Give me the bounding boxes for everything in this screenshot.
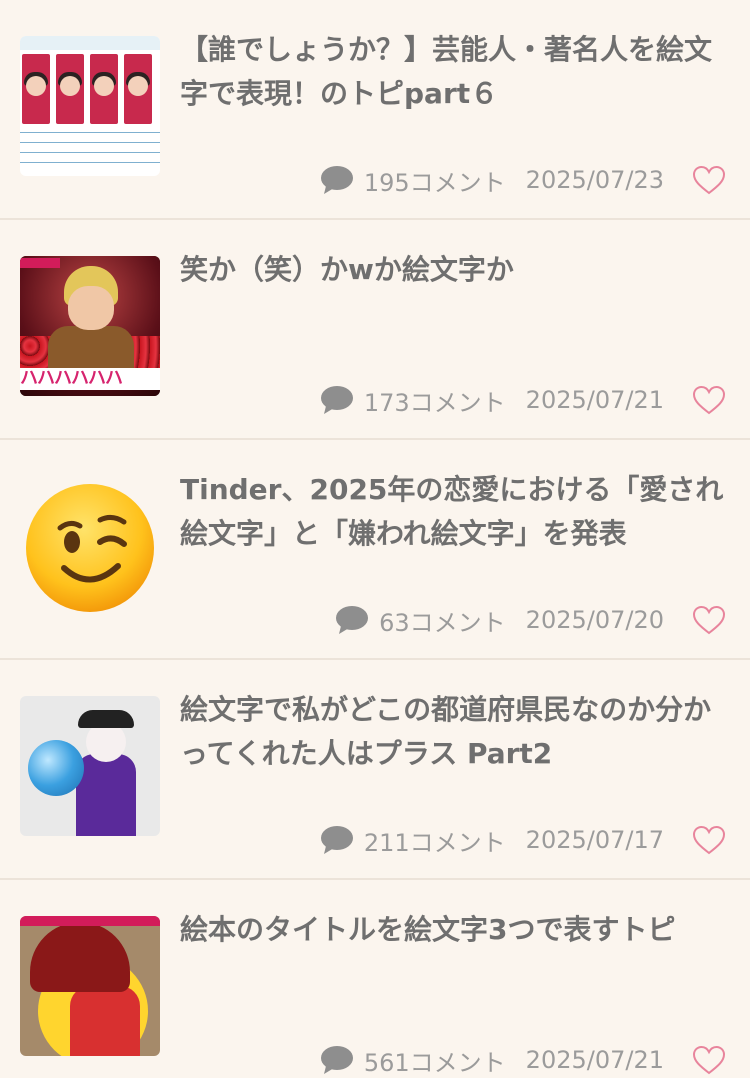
heart-outline-icon[interactable] bbox=[692, 825, 726, 855]
comment-bubble-icon bbox=[336, 606, 369, 634]
comment-count: 195コメント bbox=[363, 168, 506, 197]
heart-outline-icon[interactable] bbox=[692, 165, 726, 195]
comment-count: 63コメント bbox=[379, 608, 506, 637]
heart-outline-icon[interactable] bbox=[692, 385, 726, 415]
winking-face-emoji-icon bbox=[26, 484, 154, 612]
topic-item[interactable]: 【誰でしょうか？】芸能人・著名人を絵文字で表現！のトピpart６ 195コメント… bbox=[0, 0, 750, 220]
topic-thumbnail[interactable] bbox=[20, 476, 160, 616]
topic-list: 【誰でしょうか？】芸能人・著名人を絵文字で表現！のトピpart６ 195コメント… bbox=[0, 0, 750, 1078]
topic-meta: 195コメント 2025/07/23 bbox=[320, 160, 726, 200]
topic-title[interactable]: 笑か（笑）かwか絵文字か bbox=[180, 248, 726, 292]
comment-bubble-icon bbox=[320, 826, 353, 854]
topic-title[interactable]: Tinder、2025年の恋愛における「愛され絵文字」と「嫌われ絵文字」を発表 bbox=[180, 468, 726, 556]
topic-meta: 211コメント 2025/07/17 bbox=[320, 820, 726, 860]
topic-title[interactable]: 【誰でしょうか？】芸能人・著名人を絵文字で表現！のトピpart６ bbox=[180, 28, 726, 116]
comment-bubble-icon bbox=[320, 386, 353, 414]
comment-count: 211コメント bbox=[363, 828, 506, 857]
topic-thumbnail[interactable]: ハハハハハハ bbox=[20, 256, 160, 396]
comment-count: 173コメント bbox=[363, 388, 506, 417]
thumbnail-caption: ハハハハハハ bbox=[20, 368, 160, 390]
comment-bubble-icon bbox=[320, 1046, 353, 1074]
topic-title[interactable]: 絵本のタイトルを絵文字3つで表すトピ bbox=[180, 908, 726, 952]
topic-date: 2025/07/23 bbox=[525, 166, 664, 194]
heart-outline-icon[interactable] bbox=[692, 1045, 726, 1075]
topic-thumbnail[interactable] bbox=[20, 916, 160, 1056]
topic-meta: 173コメント 2025/07/21 bbox=[320, 380, 726, 420]
heart-outline-icon[interactable] bbox=[692, 605, 726, 635]
comment-count: 561コメント bbox=[363, 1048, 506, 1077]
topic-item[interactable]: Tinder、2025年の恋愛における「愛され絵文字」と「嫌われ絵文字」を発表 … bbox=[0, 440, 750, 660]
topic-meta: 561コメント 2025/07/21 bbox=[320, 1040, 726, 1078]
topic-title[interactable]: 絵文字で私がどこの都道府県民なのか分かってくれた人はプラス Part2 bbox=[180, 688, 726, 776]
topic-item[interactable]: ハハハハハハ 笑か（笑）かwか絵文字か 173コメント 2025/07/21 bbox=[0, 220, 750, 440]
topic-date: 2025/07/21 bbox=[525, 386, 664, 414]
topic-date: 2025/07/21 bbox=[525, 1046, 664, 1074]
topic-meta: 63コメント 2025/07/20 bbox=[335, 600, 726, 640]
topic-item[interactable]: 絵本のタイトルを絵文字3つで表すトピ 561コメント 2025/07/21 bbox=[0, 880, 750, 1078]
comment-bubble-icon bbox=[320, 166, 353, 194]
topic-thumbnail[interactable] bbox=[20, 696, 160, 836]
topic-date: 2025/07/20 bbox=[525, 606, 664, 634]
topic-thumbnail[interactable] bbox=[20, 36, 160, 176]
topic-date: 2025/07/17 bbox=[525, 826, 664, 854]
topic-item[interactable]: 絵文字で私がどこの都道府県民なのか分かってくれた人はプラス Part2 211コ… bbox=[0, 660, 750, 880]
